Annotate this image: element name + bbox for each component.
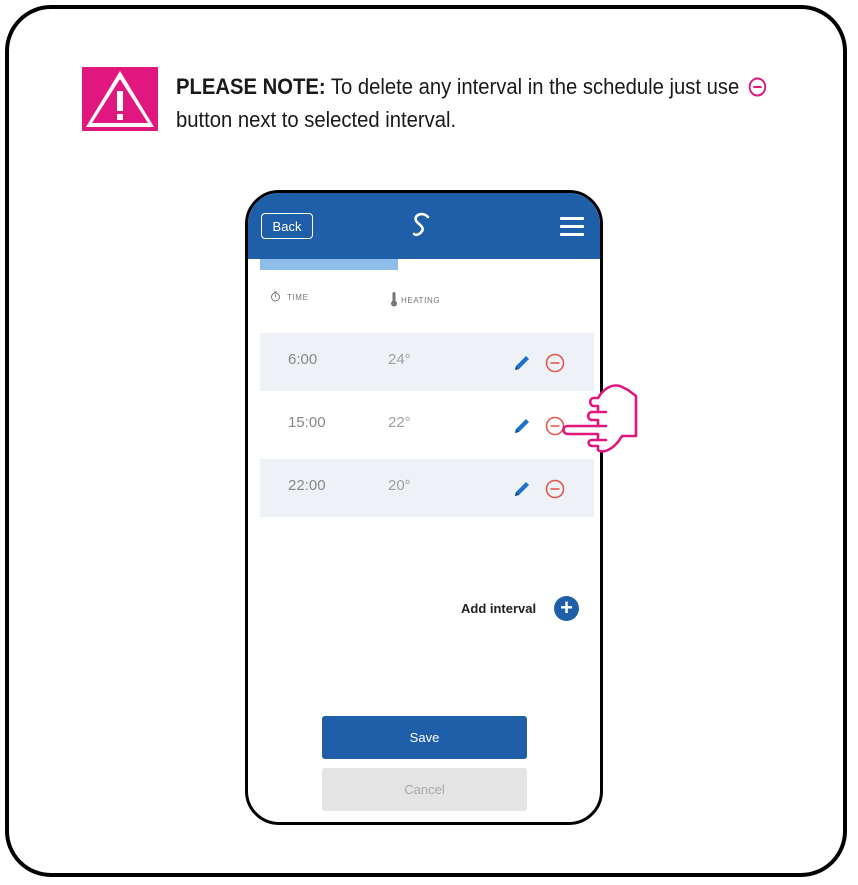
add-interval-button[interactable]: + xyxy=(554,596,579,621)
pencil-edit-icon[interactable] xyxy=(512,416,532,436)
delete-interval-icon[interactable] xyxy=(545,353,565,373)
note-text-part2: button next to selected interval. xyxy=(176,107,457,132)
pointing-hand-icon xyxy=(562,384,638,453)
row-temperature: 24° xyxy=(388,351,411,368)
minus-circle-icon xyxy=(749,77,767,97)
row-time: 6:00 xyxy=(288,351,318,368)
hamburger-menu-icon[interactable] xyxy=(560,217,584,241)
phone-screen: Back TIME HEATING 6:00 24° 15:00 22° 22:… xyxy=(245,190,603,825)
row-temperature: 22° xyxy=(388,414,411,431)
time-column-label: TIME xyxy=(287,293,309,302)
time-column-header: TIME xyxy=(270,291,309,302)
row-time: 22:00 xyxy=(288,477,326,494)
back-button[interactable]: Back xyxy=(261,213,313,239)
heating-column-label: HEATING xyxy=(401,296,441,305)
salus-logo-icon xyxy=(412,212,430,237)
schedule-row: 22:00 20° xyxy=(260,459,594,517)
thermometer-icon xyxy=(391,292,397,307)
save-button[interactable]: Save xyxy=(322,716,527,759)
app-header: Back xyxy=(248,193,600,259)
add-interval-label[interactable]: Add interval xyxy=(461,601,536,616)
heating-column-header: HEATING xyxy=(390,291,440,307)
delete-interval-icon[interactable] xyxy=(545,479,565,499)
pencil-edit-icon[interactable] xyxy=(512,479,532,499)
pencil-edit-icon[interactable] xyxy=(512,353,532,373)
plus-icon: + xyxy=(560,595,573,620)
note-text: PLEASE NOTE: To delete any interval in t… xyxy=(176,70,774,136)
cancel-button[interactable]: Cancel xyxy=(322,768,527,811)
stopwatch-icon xyxy=(271,291,280,302)
row-temperature: 20° xyxy=(388,477,411,494)
progress-bar xyxy=(260,259,398,270)
note-bold-label: PLEASE NOTE: xyxy=(176,74,326,99)
row-time: 15:00 xyxy=(288,414,326,431)
note-text-part1: To delete any interval in the schedule j… xyxy=(325,74,740,99)
warning-triangle-icon xyxy=(82,67,158,131)
